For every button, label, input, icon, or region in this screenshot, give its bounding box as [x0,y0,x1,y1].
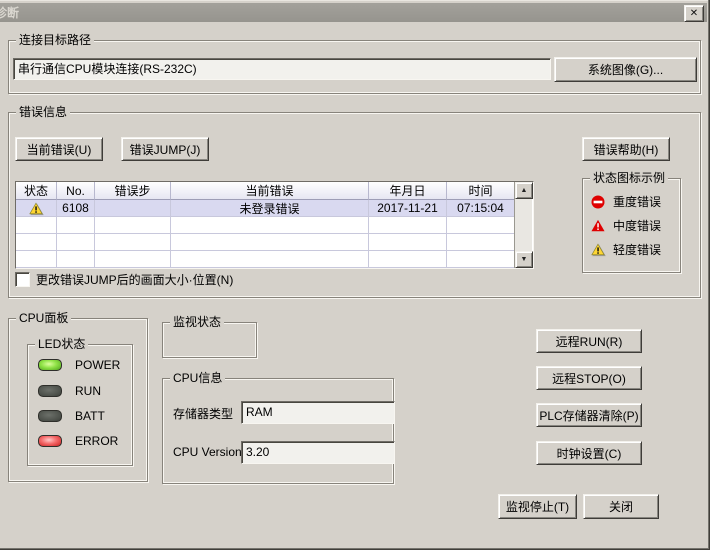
remote-run-button[interactable]: 远程RUN(R) [536,329,642,353]
power-led-icon [38,359,62,371]
cpu-info-group: CPU信息 存储器类型 RAM CPU Version 3.20 [162,378,394,484]
table-scrollbar[interactable]: ▲ ▼ [514,182,532,268]
run-led-icon [38,385,62,397]
header-current-error: 当前错误 [171,182,369,200]
table-row[interactable]: 6108 未登录错误 2017-11-21 07:15:04 [16,200,514,217]
led-row-batt: BATT [38,410,105,422]
led-row-error: ERROR [38,435,118,447]
monitor-stop-button[interactable]: 监视停止(T) [498,494,577,519]
error-time-cell: 07:15:04 [447,200,514,217]
monitor-status-group: 监视状态 [162,322,257,358]
header-no: No. [57,182,95,200]
header-time: 时间 [447,182,514,200]
memory-type-label: 存储器类型 [173,405,233,422]
cpu-version-label: CPU Version [173,445,242,459]
memory-type-field[interactable]: RAM [241,401,395,424]
connection-path-field[interactable]: 串行通信CPU模块连接(RS-232C) [13,58,551,80]
legend-light-label: 轻度错误 [613,241,661,258]
legend-item-moderate: 中度错误 [591,217,661,234]
title-bar[interactable]: 诊断 [0,3,707,22]
diagnostics-dialog: 诊断 ✕ 连接目标路径 串行通信CPU模块连接(RS-232C) 系统图像(G)… [0,0,710,550]
status-cell [16,200,57,217]
led-row-run: RUN [38,385,101,397]
error-info-group: 错误信息 当前错误(U) 错误JUMP(J) 错误帮助(H) 状态 No. 错误… [8,112,701,298]
yellow-warning-triangle-icon [29,202,43,215]
scroll-down-icon[interactable]: ▼ [515,251,533,268]
resize-checkbox-row: 更改错误JUMP后的画面大小·位置(N) [15,271,233,288]
cpu-version-field[interactable]: 3.20 [241,441,395,464]
table-row[interactable] [16,234,514,251]
legend-item-severe: 重度错误 [591,193,661,210]
current-error-button[interactable]: 当前错误(U) [15,137,103,161]
table-row[interactable] [16,251,514,268]
red-warning-triangle-icon [591,219,605,232]
error-table: 状态 No. 错误步 当前错误 年月日 时间 6108 [15,181,534,269]
led-status-group-label: LED状态 [35,337,88,351]
cpu-panel-group-label: CPU面板 [16,311,71,325]
system-image-button[interactable]: 系统图像(G)... [554,57,697,82]
monitor-status-group-label: 监视状态 [170,315,224,329]
clock-setting-button[interactable]: 时钟设置(C) [536,441,642,465]
batt-led-label: BATT [75,409,105,423]
resize-checkbox-label: 更改错误JUMP后的画面大小·位置(N) [36,271,233,288]
scroll-up-icon[interactable]: ▲ [515,182,533,199]
connection-path-group-label: 连接目标路径 [16,33,94,47]
cpu-info-group-label: CPU信息 [170,371,225,385]
header-status: 状态 [16,182,57,200]
close-button[interactable]: 关闭 [583,494,659,519]
legend-severe-label: 重度错误 [613,193,661,210]
batt-led-icon [38,410,62,422]
led-row-power: POWER [38,359,120,371]
status-icon-legend-group: 状态图标示例 重度错误 中度错误 [582,178,681,273]
error-help-button[interactable]: 错误帮助(H) [582,137,670,161]
power-led-label: POWER [75,358,120,372]
table-row[interactable] [16,217,514,234]
header-date: 年月日 [369,182,447,200]
error-date-cell: 2017-11-21 [369,200,447,217]
legend-moderate-label: 中度错误 [613,217,661,234]
plc-memory-clear-button[interactable]: PLC存储器清除(P) [536,403,642,427]
error-table-body: 状态 No. 错误步 当前错误 年月日 时间 6108 [16,182,514,268]
close-icon[interactable]: ✕ [684,5,704,22]
error-table-header: 状态 No. 错误步 当前错误 年月日 时间 [16,182,514,200]
remote-stop-button[interactable]: 远程STOP(O) [536,366,642,390]
run-led-label: RUN [75,384,101,398]
error-step-cell [95,200,171,217]
legend-item-light: 轻度错误 [591,241,661,258]
no-entry-icon [591,195,605,209]
header-error-step: 错误步 [95,182,171,200]
status-icon-legend-label: 状态图标示例 [590,171,668,185]
connection-path-group: 连接目标路径 串行通信CPU模块连接(RS-232C) 系统图像(G)... [8,40,701,94]
error-no-cell: 6108 [57,200,95,217]
window-title: 诊断 [0,4,19,21]
error-info-group-label: 错误信息 [16,105,70,119]
current-error-cell: 未登录错误 [171,200,369,217]
yellow-warning-triangle-icon [591,243,605,256]
led-status-group: LED状态 POWER RUN BATT ERROR [27,344,133,466]
resize-checkbox[interactable] [15,272,30,287]
cpu-panel-group: CPU面板 LED状态 POWER RUN BATT ERROR [8,318,148,482]
error-jump-button[interactable]: 错误JUMP(J) [121,137,209,161]
error-led-label: ERROR [75,434,118,448]
error-led-icon [38,435,62,447]
